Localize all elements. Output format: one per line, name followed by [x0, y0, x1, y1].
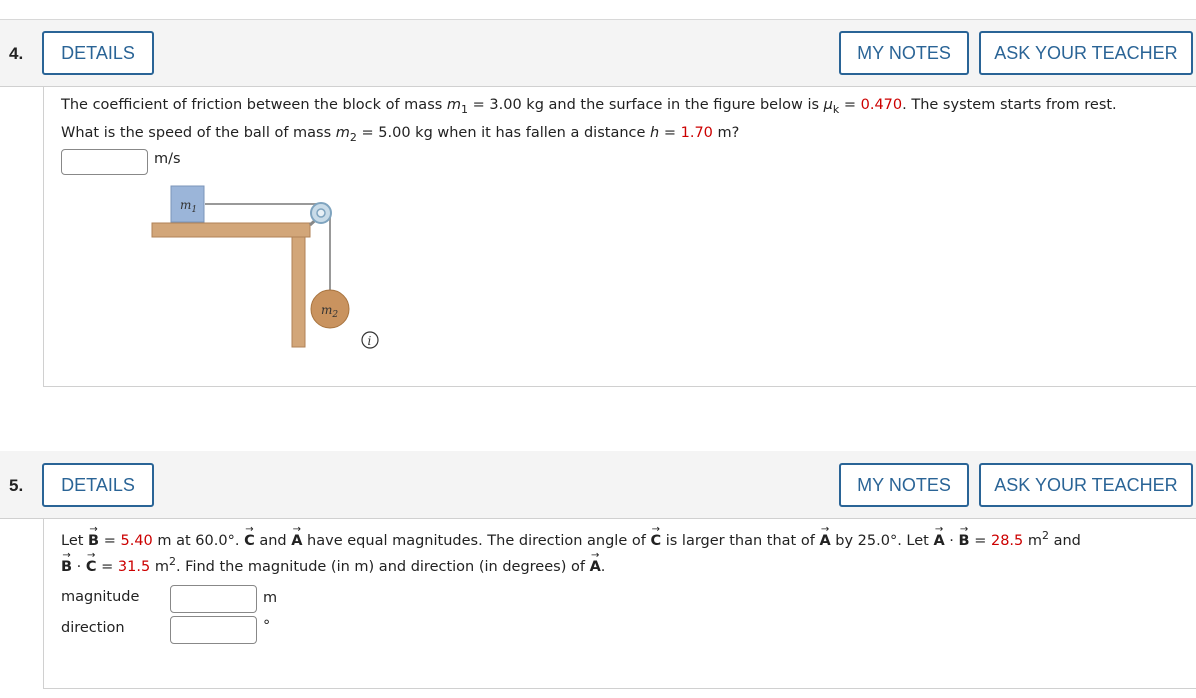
ask-your-teacher-button-q5[interactable]: ASK YOUR TEACHER [979, 463, 1193, 507]
given-AB-value: 28.5 [990, 533, 1024, 549]
friction-pulley-figure: m1 m2 i [151, 185, 379, 349]
question-4-text-line-2: What is the speed of the ball of mass m2… [61, 125, 740, 144]
question-5-text-line-1: Let B = 5.40 m at 60.0°. C and A have eq… [61, 530, 1081, 551]
ask-your-teacher-button[interactable]: ASK YOUR TEACHER [979, 31, 1193, 75]
direction-unit: ° [263, 618, 271, 634]
question-4-number: 4. [9, 44, 24, 63]
question-5-number: 5. [9, 476, 24, 495]
question-4-text-line-1: The coefficient of friction between the … [61, 97, 1117, 116]
given-B-value: 5.40 [120, 533, 153, 549]
details-button[interactable]: DETAILS [42, 31, 154, 75]
direction-answer-input[interactable] [170, 616, 257, 644]
given-BC-value: 31.5 [117, 559, 151, 575]
given-mu-value: 0.470 [860, 97, 903, 113]
info-icon[interactable]: i [361, 331, 379, 349]
magnitude-answer-input[interactable] [170, 585, 257, 613]
direction-label: direction [61, 620, 125, 636]
magnitude-unit: m [263, 590, 278, 606]
table-top [151, 222, 311, 238]
my-notes-button-q5[interactable]: MY NOTES [839, 463, 969, 507]
svg-text:i: i [368, 334, 372, 348]
given-h-value: 1.70 [680, 125, 713, 141]
table-leg [291, 236, 306, 348]
details-button-q5[interactable]: DETAILS [42, 463, 154, 507]
my-notes-button[interactable]: MY NOTES [839, 31, 969, 75]
speed-answer-input[interactable] [61, 149, 148, 175]
question-5-text-line-2: B · C = 31.5 m2. Find the magnitude (in … [61, 556, 605, 577]
magnitude-label: magnitude [61, 589, 140, 605]
speed-unit: m/s [154, 151, 181, 167]
pulley-axle [316, 208, 326, 218]
